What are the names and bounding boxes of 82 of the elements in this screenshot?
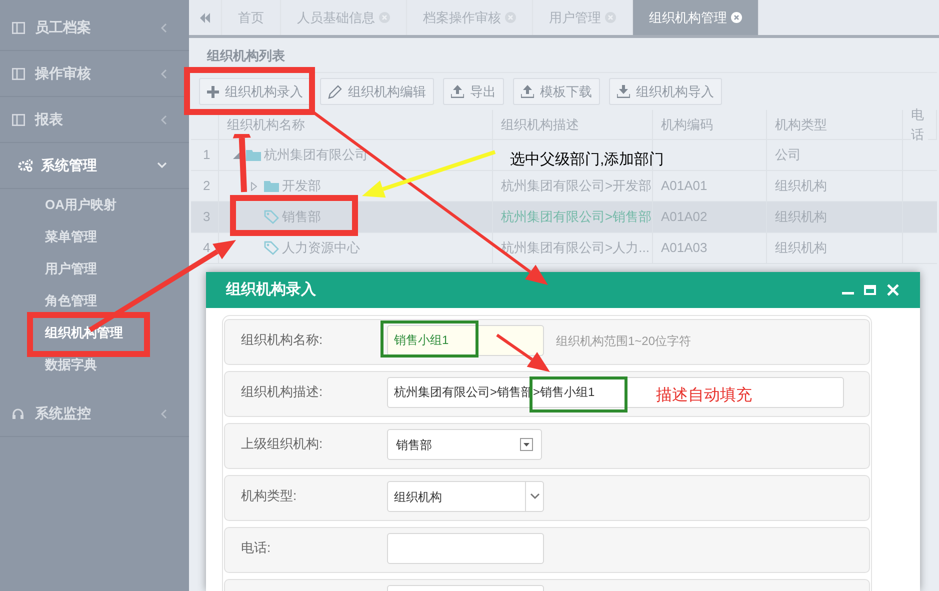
toolbar-button[interactable]: 导出 [443,78,504,105]
table-cell-text: 组织机构 [775,177,827,196]
menu-item[interactable]: 系统管理 [0,143,189,189]
field-label: 组织机构名称: [241,332,323,347]
table-cell-text: 杭州集团有限公司>销售部 [501,208,652,226]
select-box[interactable]: 组织机构 [387,481,544,512]
field-label: 电话: [241,540,271,555]
chevron-left-icon [160,68,167,78]
column-header[interactable]: 组织机构名称 [227,114,305,134]
upload-icon [451,85,464,98]
annotation-text: 描述自动填充 [656,386,752,406]
close-icon[interactable] [886,283,900,297]
menu-label: 系统管理 [41,156,98,175]
row-number: 1 [203,146,210,164]
dropdown-icon [520,438,533,451]
close-icon[interactable] [605,12,616,23]
toolbar-button[interactable]: 组织机构编辑 [320,78,434,105]
menu-label: 员工档案 [35,18,92,37]
toolbar-button[interactable]: 组织机构导入 [609,78,722,105]
double-chevron-left-icon [199,12,211,22]
dialog-title: 组织机构录入 [226,280,316,300]
annotation-arrow [496,334,550,372]
menu-label: 操作审核 [35,64,92,83]
close-icon[interactable] [505,12,516,23]
headset-icon [12,408,24,420]
tree-node-label[interactable]: 开发部 [282,176,321,196]
panel-icon [12,68,25,80]
close-icon[interactable] [379,12,390,23]
expanded-toggle-icon[interactable] [233,152,240,158]
combo-box[interactable]: 销售部 [387,429,542,460]
input-field[interactable]: 销售小组1 [387,325,544,356]
chevron-left-icon [160,22,167,32]
chevron-down-icon [530,493,540,500]
tag-icon [264,241,279,255]
tab[interactable]: 档案操作审核 [407,0,533,35]
chevron-down-icon [157,162,167,169]
tree-node-label[interactable]: 人力资源中心 [282,238,360,258]
menu-label: 系统监控 [35,404,92,423]
gears-icon [18,159,33,172]
submenu-item[interactable]: 数据字典 [45,355,97,375]
input-field[interactable] [387,533,544,564]
folder-icon [264,180,279,192]
table-cell-text: 组织机构 [775,239,827,258]
submenu-item[interactable]: 角色管理 [45,291,97,311]
menu-item[interactable]: 报表 [0,97,189,143]
field-hint: 组织机构范围1~20位字符 [556,333,692,350]
toolbar-button[interactable]: 模板下载 [513,78,600,105]
table-cell-text: A01A03 [661,239,708,258]
chevron-left-icon [160,408,167,418]
toolbar-button[interactable]: 组织机构录入 [199,78,311,105]
menu-item[interactable]: 操作审核 [0,51,189,97]
upload-icon [521,85,534,98]
tab[interactable]: 首页 [222,0,281,35]
table-cell-text: 杭州集团有限公司>开发部 [501,177,652,196]
field-label: 组织机构描述: [241,384,323,399]
close-icon[interactable] [731,12,742,23]
menu-item[interactable]: 系统监控 [0,391,189,437]
annotation-text: 选中父级部门,添加部门 [510,150,664,170]
tag-icon [264,210,279,224]
row-number: 2 [203,177,210,196]
field-label: 上级组织机构: [241,436,323,451]
submenu-item[interactable]: 用户管理 [45,259,97,279]
tab[interactable]: 人员基础信息 [281,0,407,35]
pencil-icon [328,84,342,98]
download-icon [617,85,630,98]
panel-title: 组织机构列表 [206,47,286,65]
collapsed-toggle-icon[interactable] [251,182,257,190]
folder-icon [246,149,261,161]
submenu-item[interactable]: OA用户映射 [45,195,116,215]
tab[interactable]: 组织机构管理 [633,0,759,35]
row-number: 4 [203,239,210,258]
chevron-left-icon [160,114,167,124]
table-cell-text: 公司 [775,146,801,164]
plus-icon [207,86,219,98]
field-label: 机构类型: [241,488,297,503]
submenu-item[interactable]: 菜单管理 [45,227,97,247]
maximize-icon[interactable] [864,285,876,295]
menu-label: 报表 [35,110,64,129]
panel-icon [12,114,25,126]
table-cell-text: A01A01 [661,177,708,196]
panel-icon [12,22,25,34]
column-header[interactable]: 电话 [911,105,928,144]
